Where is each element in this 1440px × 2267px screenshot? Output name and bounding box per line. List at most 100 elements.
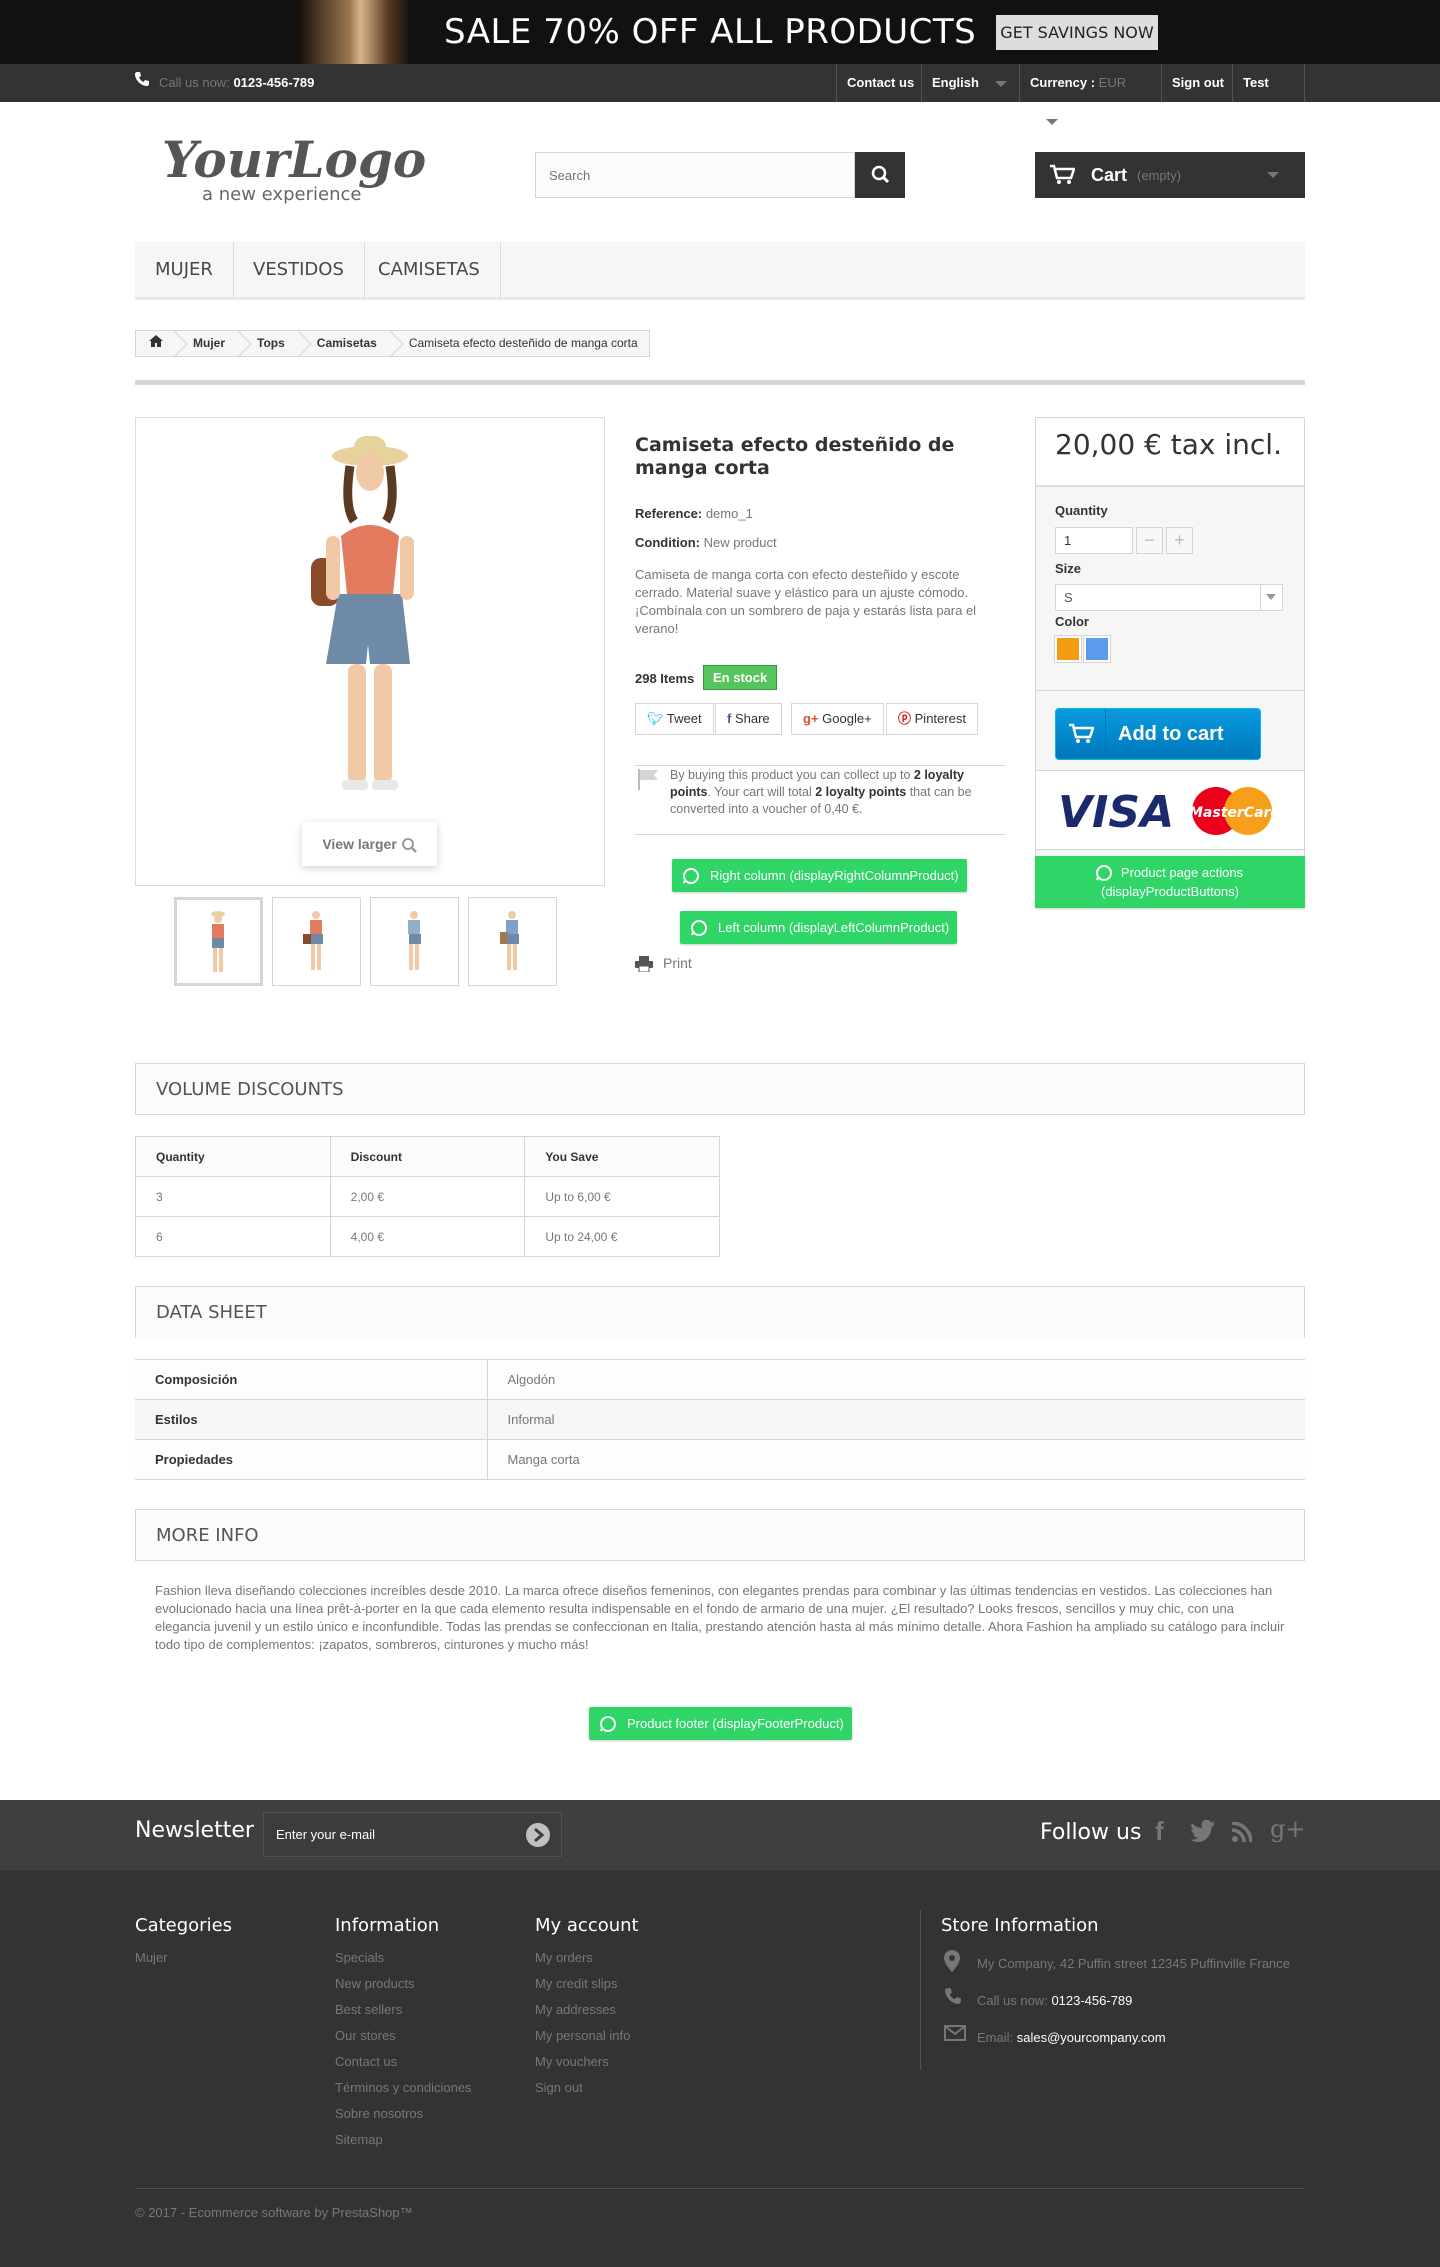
site-logo[interactable]: YourLogo a new experience <box>160 122 450 212</box>
quantity-decrease-button[interactable]: − <box>1136 527 1163 554</box>
search-button[interactable] <box>855 152 905 198</box>
footer-link[interactable]: Contact us <box>335 2054 397 2069</box>
divider <box>135 1114 1305 1115</box>
chevron-down-icon <box>1260 585 1282 610</box>
breadcrumb-home[interactable] <box>136 331 175 356</box>
cart-block[interactable]: Cart (empty) <box>1035 152 1305 198</box>
googleplus-icon[interactable]: g+ <box>1270 1815 1305 1843</box>
search-input[interactable] <box>535 152 855 198</box>
color-label: Color <box>1055 614 1089 629</box>
quantity-increase-button[interactable]: + <box>1166 527 1193 554</box>
newsletter-email-input[interactable]: Enter your e-mail <box>263 1812 562 1857</box>
language-selector[interactable]: English <box>921 64 1019 102</box>
footer-link[interactable]: Sign out <box>535 2080 583 2095</box>
print-label: Print <box>663 955 692 971</box>
product-thumbnail[interactable] <box>272 897 361 986</box>
whatsapp-right-column-button[interactable]: Right column (displayRightColumnProduct) <box>672 859 967 892</box>
footer-link[interactable]: My orders <box>535 1950 593 1965</box>
sign-out-link[interactable]: Sign out <box>1161 64 1234 102</box>
size-select[interactable]: S <box>1055 584 1283 611</box>
footer-link[interactable]: My credit slips <box>535 1976 617 1991</box>
footer-link[interactable]: Sobre nosotros <box>335 2106 423 2121</box>
phone-number: 0123-456-789 <box>1051 1993 1133 2008</box>
add-to-cart-button[interactable]: Add to cart <box>1055 708 1261 760</box>
menu-item-mujer[interactable]: MUJER <box>135 242 234 298</box>
facebook-icon: f <box>727 711 732 726</box>
plus-icon: + <box>1174 530 1185 550</box>
twitter-icon[interactable] <box>1190 1820 1216 1842</box>
chevron-down-icon <box>1267 172 1279 178</box>
divider <box>1035 690 1305 691</box>
product-thumbnail[interactable] <box>370 897 459 986</box>
rss-icon[interactable] <box>1232 1822 1252 1842</box>
product-thumbnail[interactable] <box>174 897 263 986</box>
whatsapp-product-buttons[interactable]: Product page actions (displayProductButt… <box>1035 856 1305 908</box>
table-row: 3 2,00 € Up to 6,00 € <box>135 1176 720 1217</box>
footer-account-title: My account <box>535 1915 639 1936</box>
menu-item-vestidos[interactable]: VESTIDOS <box>233 242 365 298</box>
account-link[interactable]: Test Test <box>1232 64 1305 128</box>
product-main-image[interactable] <box>135 417 605 886</box>
share-pinterest-button[interactable]: ⓟ Pinterest <box>886 703 978 735</box>
print-link[interactable]: Print <box>635 955 692 973</box>
product-thumbnail[interactable] <box>468 897 557 986</box>
footer-link[interactable]: Sitemap <box>335 2132 383 2147</box>
share-label: Google+ <box>822 711 872 726</box>
phone-number: 0123-456-789 <box>233 75 315 90</box>
product-reference: Reference: demo_1 <box>635 506 753 521</box>
contact-us-link[interactable]: Contact us <box>836 64 924 102</box>
menu-item-camisetas[interactable]: CAMISETAS <box>358 242 501 298</box>
facebook-icon[interactable]: f <box>1155 1816 1164 1847</box>
payment-cards: VISA MasterCard <box>1035 770 1305 850</box>
footer-link[interactable]: Mujer <box>135 1950 168 1965</box>
currency-selector[interactable]: Currency : EUR <box>1019 64 1161 125</box>
footer-link[interactable]: Our stores <box>335 2028 396 2043</box>
store-email: Email: sales@yourcompany.com <box>977 2030 1166 2045</box>
email-link[interactable]: sales@yourcompany.com <box>1017 2030 1166 2045</box>
footer-link[interactable]: New products <box>335 1976 414 1991</box>
hook-label: Product page actions <box>1120 865 1244 880</box>
hook-label: Product footer (displayFooterProduct) <box>627 1716 844 1731</box>
column-header: You Save <box>524 1136 720 1177</box>
footer-link[interactable]: My addresses <box>535 2002 616 2017</box>
share-label: Share <box>734 711 770 726</box>
share-googleplus-button[interactable]: g+ Google+ <box>791 703 884 735</box>
divider <box>135 1560 1305 1561</box>
product-description: Camiseta de manga corta con efecto deste… <box>635 567 977 636</box>
call-label: Call us now: <box>159 75 230 90</box>
envelope-icon <box>944 2025 966 2041</box>
map-marker-icon <box>944 1950 960 1972</box>
whatsapp-footer-button[interactable]: Product footer (displayFooterProduct) <box>589 1707 852 1740</box>
newsletter-submit-icon[interactable] <box>525 1822 551 1848</box>
newsletter-title: Newsletter <box>135 1818 254 1843</box>
share-facebook-button[interactable]: f Share <box>715 703 782 735</box>
volume-discounts-table: Quantity Discount You Save 3 2,00 € Up to 6,… <box>135 1136 720 1257</box>
footer-link[interactable]: Best sellers <box>335 2002 402 2017</box>
quantity-input[interactable]: 1 <box>1055 527 1133 554</box>
view-larger-button[interactable]: View larger <box>302 822 437 866</box>
share-twitter-button[interactable]: 🐦︎ Tweet <box>635 703 714 735</box>
pinterest-icon: ⓟ <box>898 711 912 726</box>
color-swatch-blue[interactable] <box>1083 635 1111 663</box>
data-sheet-table: Composición Algodón Estilos Informal Propi… <box>135 1359 1305 1480</box>
table-row: Composición Algodón <box>135 1359 1305 1400</box>
table-row: 6 4,00 € Up to 24,00 € <box>135 1216 720 1257</box>
footer-link[interactable]: Specials <box>335 1950 384 1965</box>
banner-savings-button[interactable]: GET SAVINGS NOW <box>996 15 1158 50</box>
footer-link[interactable]: My personal info <box>535 2028 630 2043</box>
footer-link[interactable]: Términos y condiciones <box>335 2080 472 2095</box>
breadcrumb-item[interactable]: Camisetas <box>299 331 391 356</box>
size-value: S <box>1064 590 1073 605</box>
more-info-text: Fashion lleva diseñando colecciones incr… <box>155 1583 1285 1652</box>
phone-icon <box>135 72 149 86</box>
whatsapp-icon <box>1096 865 1112 881</box>
sign-out-label: Sign out <box>1172 75 1224 90</box>
footer-link[interactable]: My vouchers <box>535 2054 609 2069</box>
color-swatch-orange[interactable] <box>1054 635 1082 663</box>
whatsapp-left-column-button[interactable]: Left column (displayLeftColumnProduct) <box>680 911 958 944</box>
chevron-down-icon <box>1046 118 1058 125</box>
table-cell: Estilos <box>135 1399 488 1440</box>
table-row: Propiedades Manga corta <box>135 1439 1305 1480</box>
table-cell: Composición <box>135 1359 488 1400</box>
condition-label: Condition: <box>635 535 700 550</box>
